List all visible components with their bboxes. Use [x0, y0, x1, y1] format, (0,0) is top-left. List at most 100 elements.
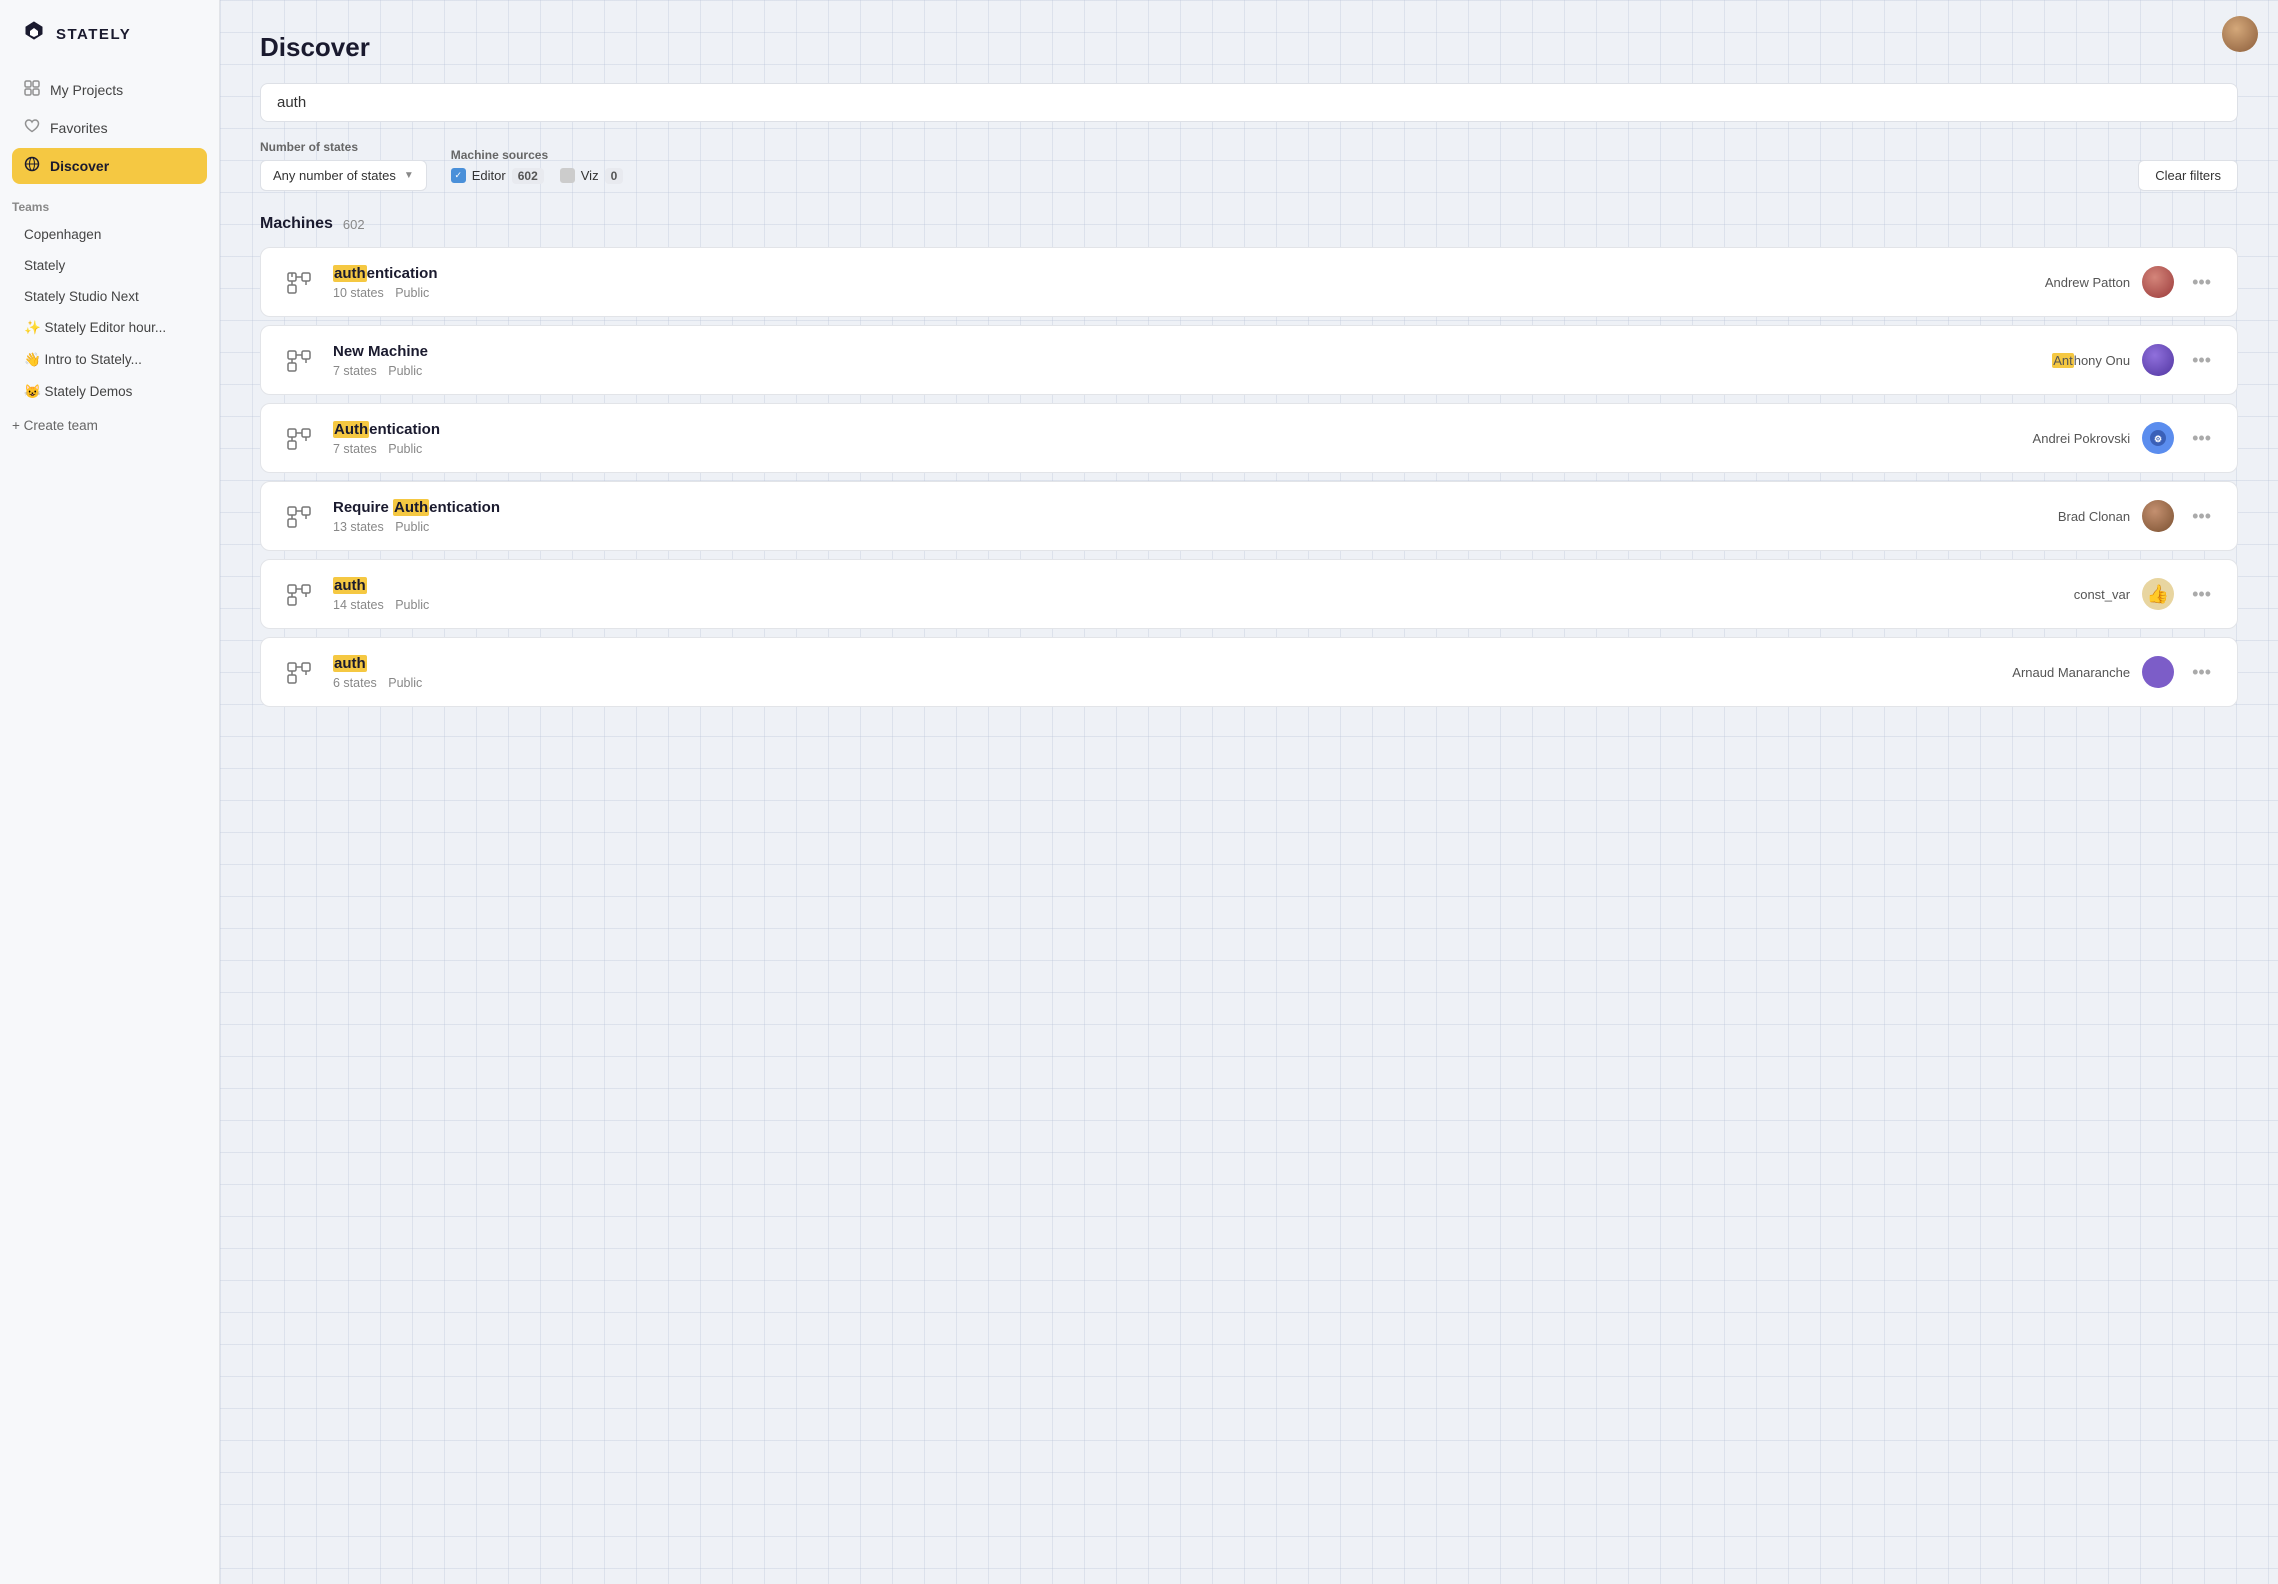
- number-of-states-filter: Number of states Any number of states ▼: [260, 140, 427, 191]
- machine-icon: [281, 420, 317, 456]
- teams-label: Teams: [0, 184, 219, 220]
- machine-name: New Machine: [333, 343, 2036, 360]
- machine-right: Anthony Onu •••: [2052, 344, 2217, 376]
- visibility: Public: [388, 676, 422, 690]
- editor-count: 602: [512, 168, 544, 184]
- machine-author: Anthony Onu: [2052, 353, 2130, 368]
- machine-icon: [281, 342, 317, 378]
- clear-filters-button[interactable]: Clear filters: [2138, 160, 2238, 191]
- machines-header: Machines 602: [260, 215, 2238, 233]
- machine-meta: 13 states Public: [333, 520, 2042, 534]
- machine-meta: 6 states Public: [333, 676, 1996, 690]
- machines-count: 602: [343, 217, 365, 232]
- sidebar-item-stately[interactable]: Stately: [12, 251, 207, 280]
- projects-icon: [24, 80, 40, 100]
- search-input[interactable]: [260, 83, 2238, 122]
- logo-text: STATELY: [56, 26, 131, 43]
- machine-card[interactable]: auth 14 states Public const_var 👍 •••: [260, 559, 2238, 629]
- number-of-states-value: Any number of states: [273, 168, 396, 183]
- machine-right: Andrei Pokrovski ⚙ •••: [2033, 422, 2217, 454]
- machine-right: Arnaud Manaranche •••: [2012, 656, 2217, 688]
- viz-checkbox[interactable]: [560, 168, 575, 183]
- visibility: Public: [395, 286, 429, 300]
- sidebar: STATELY My Projects Favorites Discover T…: [0, 0, 220, 1584]
- editor-source-option[interactable]: ✓ Editor 602: [451, 168, 544, 184]
- state-count: 10 states: [333, 286, 384, 300]
- state-count: 6 states: [333, 676, 377, 690]
- sidebar-nav: My Projects Favorites Discover: [0, 72, 219, 184]
- sidebar-item-my-projects[interactable]: My Projects: [12, 72, 207, 108]
- sidebar-item-stately-studio-next[interactable]: Stately Studio Next: [12, 282, 207, 311]
- machine-info: Authentication 7 states Public: [333, 421, 2017, 456]
- machine-right: Brad Clonan •••: [2058, 500, 2217, 532]
- machine-card[interactable]: authentication 10 states Public Andrew P…: [260, 247, 2238, 317]
- sidebar-item-label: Favorites: [50, 120, 108, 136]
- sidebar-item-favorites[interactable]: Favorites: [12, 110, 207, 146]
- user-avatar[interactable]: [2222, 16, 2258, 52]
- machine-info: authentication 10 states Public: [333, 265, 2029, 300]
- visibility: Public: [395, 598, 429, 612]
- machine-info: auth 6 states Public: [333, 655, 1996, 690]
- machine-meta: 7 states Public: [333, 364, 2036, 378]
- team-label: ✨ Stately Editor hour...: [24, 320, 166, 336]
- sidebar-item-label: Discover: [50, 158, 109, 174]
- viz-label: Viz: [581, 168, 599, 183]
- machine-sources-options: ✓ Editor 602 Viz 0: [451, 168, 624, 184]
- machine-author: Andrew Patton: [2045, 275, 2130, 290]
- visibility: Public: [388, 364, 422, 378]
- team-label: Copenhagen: [24, 227, 101, 242]
- machine-icon: [281, 576, 317, 612]
- author-avatar: [2142, 266, 2174, 298]
- machine-right: const_var 👍 •••: [2074, 578, 2217, 610]
- number-of-states-select[interactable]: Any number of states ▼: [260, 160, 427, 191]
- sidebar-item-discover[interactable]: Discover: [12, 148, 207, 184]
- create-team-button[interactable]: + Create team: [0, 411, 219, 440]
- machine-icon: [281, 264, 317, 300]
- author-avatar: [2142, 344, 2174, 376]
- editor-checkbox[interactable]: ✓: [451, 168, 466, 183]
- sidebar-item-intro-to-stately[interactable]: 👋 Intro to Stately...: [12, 345, 207, 375]
- visibility: Public: [388, 442, 422, 456]
- sidebar-item-copenhagen[interactable]: Copenhagen: [12, 220, 207, 249]
- sidebar-item-stately-editor-hour[interactable]: ✨ Stately Editor hour...: [12, 313, 207, 343]
- team-label: Stately: [24, 258, 65, 273]
- machine-card[interactable]: Require Authentication 13 states Public …: [260, 481, 2238, 551]
- sidebar-item-stately-demos[interactable]: 😺 Stately Demos: [12, 377, 207, 407]
- checkmark-icon: ✓: [454, 170, 462, 181]
- machine-sources-filter: Machine sources ✓ Editor 602 Viz 0: [451, 148, 624, 184]
- more-options-icon[interactable]: •••: [2186, 269, 2217, 295]
- more-options-icon[interactable]: •••: [2186, 347, 2217, 373]
- main-content: Discover Number of states Any number of …: [220, 0, 2278, 1584]
- team-label: Stately Studio Next: [24, 289, 139, 304]
- machine-author: Andrei Pokrovski: [2033, 431, 2131, 446]
- author-avatar: ⚙: [2142, 422, 2174, 454]
- machine-card[interactable]: Authentication 7 states Public Andrei Po…: [260, 403, 2238, 473]
- viz-count: 0: [605, 168, 624, 184]
- machine-info: auth 14 states Public: [333, 577, 2058, 612]
- editor-label: Editor: [472, 168, 506, 183]
- sidebar-item-label: My Projects: [50, 82, 123, 98]
- machine-info: Require Authentication 13 states Public: [333, 499, 2042, 534]
- more-options-icon[interactable]: •••: [2186, 503, 2217, 529]
- more-options-icon[interactable]: •••: [2186, 581, 2217, 607]
- viz-source-option[interactable]: Viz 0: [560, 168, 624, 184]
- favorites-icon: [24, 118, 40, 138]
- machine-right: Andrew Patton •••: [2045, 266, 2217, 298]
- author-avatar: [2142, 500, 2174, 532]
- content-area: Discover Number of states Any number of …: [220, 0, 2278, 1584]
- visibility: Public: [395, 520, 429, 534]
- machine-card[interactable]: New Machine 7 states Public Anthony Onu …: [260, 325, 2238, 395]
- more-options-icon[interactable]: •••: [2186, 425, 2217, 451]
- logo-icon: [20, 20, 48, 48]
- machine-author: Brad Clonan: [2058, 509, 2130, 524]
- state-count: 13 states: [333, 520, 384, 534]
- discover-icon: [24, 156, 40, 176]
- state-count: 7 states: [333, 442, 377, 456]
- state-count: 7 states: [333, 364, 377, 378]
- author-avatar: 👍: [2142, 578, 2174, 610]
- machine-card[interactable]: auth 6 states Public Arnaud Manaranche •…: [260, 637, 2238, 707]
- svg-text:⚙: ⚙: [2154, 434, 2162, 444]
- more-options-icon[interactable]: •••: [2186, 659, 2217, 685]
- machine-icon: [281, 654, 317, 690]
- team-label: 😺 Stately Demos: [24, 384, 132, 400]
